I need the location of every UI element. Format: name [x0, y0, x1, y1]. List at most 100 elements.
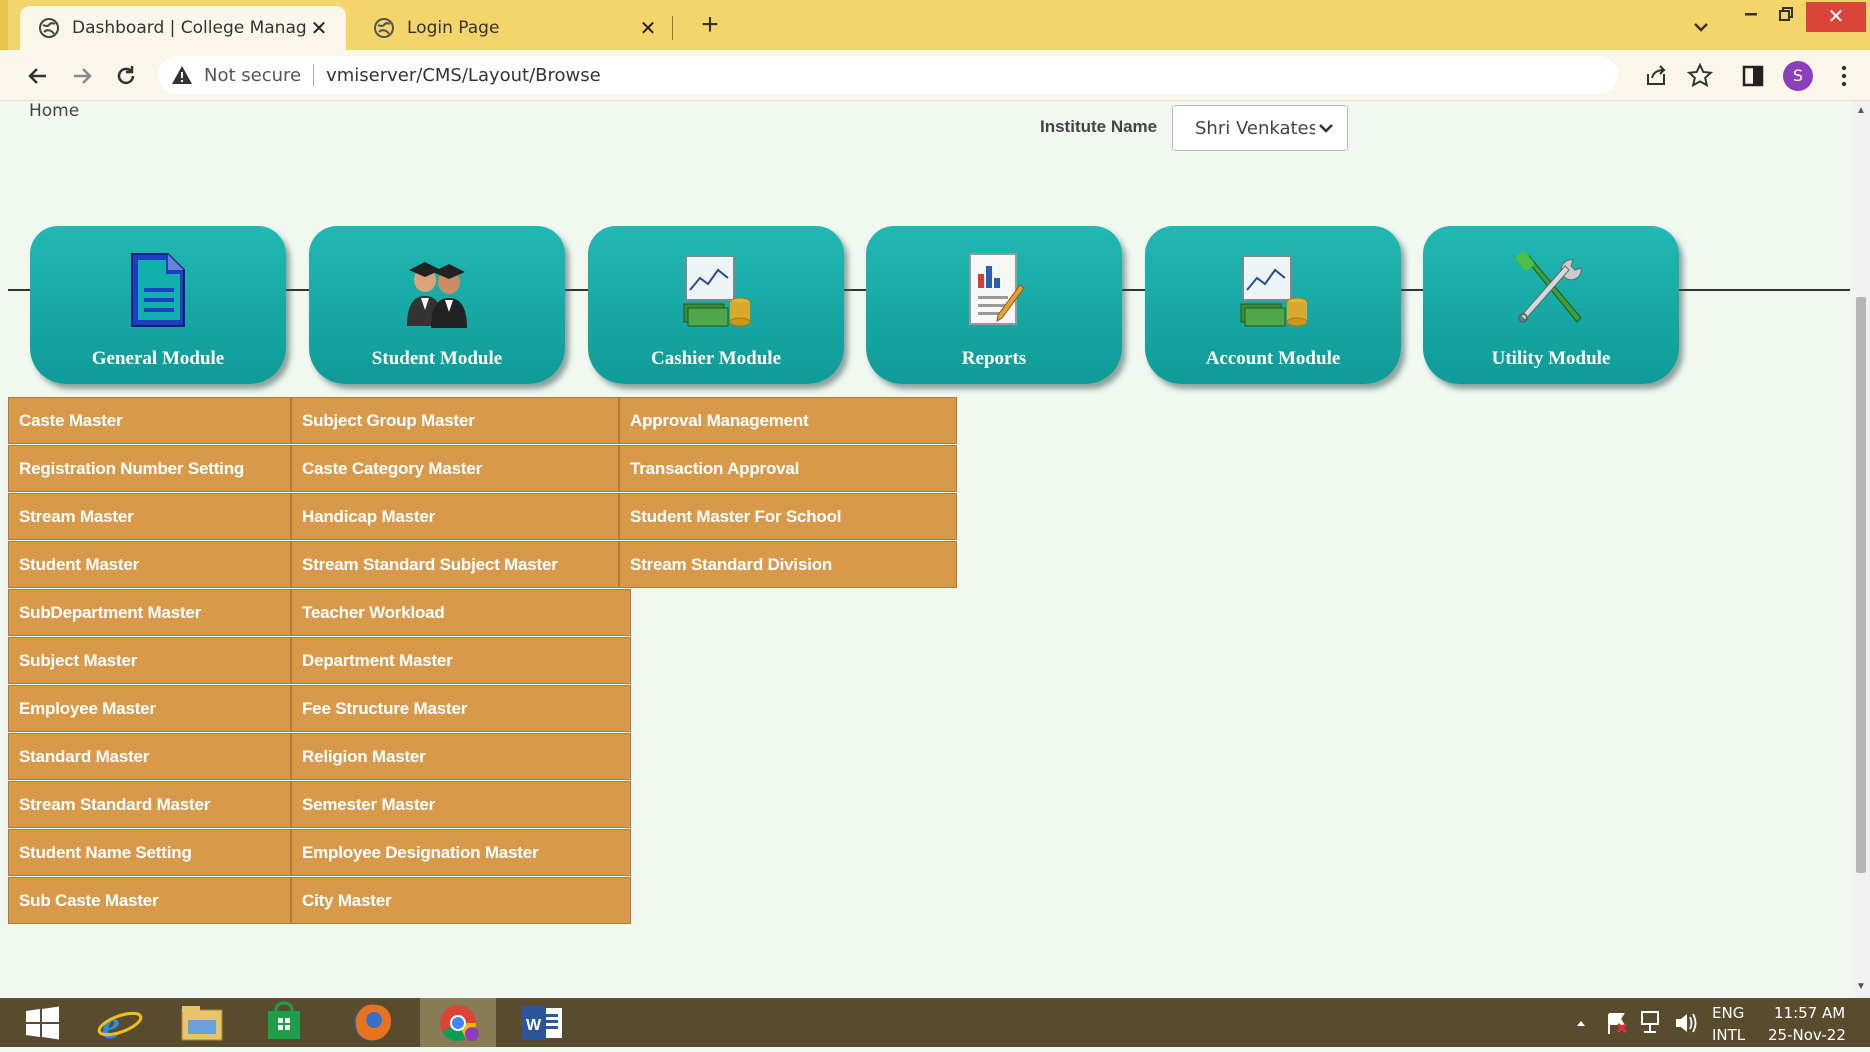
menu-item-caste-master[interactable]: Caste Master — [8, 397, 291, 444]
tile-label: Utility Module — [1491, 348, 1611, 369]
internet-explorer-icon: e — [97, 1002, 143, 1047]
menu-item-city-master[interactable]: City Master — [291, 877, 631, 924]
menu-item-student-master-for-school[interactable]: Student Master For School — [619, 493, 957, 540]
general-module-tile[interactable]: General Module — [30, 226, 286, 384]
minimize-icon — [1745, 13, 1757, 16]
close-tab-icon[interactable]: ✕ — [635, 16, 661, 40]
taskbar-file-explorer[interactable] — [164, 998, 240, 1047]
menu-item-sub-caste-master[interactable]: Sub Caste Master — [8, 877, 291, 924]
tile-label: Student Module — [371, 348, 503, 369]
tab-title: Dashboard | College Management — [72, 18, 306, 38]
menu-item-department-master[interactable]: Department Master — [291, 637, 631, 684]
tile-label: Account Module — [1205, 348, 1341, 369]
warning-icon[interactable] — [170, 63, 194, 87]
chrome-icon — [440, 1005, 479, 1042]
cashier-module-tile[interactable]: Cashier Module — [588, 226, 844, 384]
menu-item-stream-standard-subject-master[interactable]: Stream Standard Subject Master — [291, 541, 619, 588]
menu-item-stream-standard-master[interactable]: Stream Standard Master — [8, 781, 291, 828]
menu-item-semester-master[interactable]: Semester Master — [291, 781, 631, 828]
action-center-flag-icon[interactable] — [1604, 998, 1630, 1047]
restore-icon — [1779, 7, 1793, 21]
address-bar[interactable]: Not secure vmiserver/CMS/Layout/Browse — [158, 56, 1618, 94]
menu-item-approval-management[interactable]: Approval Management — [619, 397, 957, 444]
menu-item-employee-master[interactable]: Employee Master — [8, 685, 291, 732]
language-indicator-top[interactable]: ENG — [1712, 1004, 1744, 1022]
menu-item-registration-number-setting[interactable]: Registration Number Setting — [8, 445, 291, 492]
svg-text:W: W — [526, 1017, 542, 1034]
menu-item-student-master[interactable]: Student Master — [8, 541, 291, 588]
tile-label: Cashier Module — [650, 348, 781, 369]
menu-item-standard-master[interactable]: Standard Master — [8, 733, 291, 780]
globe-icon — [374, 18, 394, 38]
menu-kebab-icon[interactable] — [1830, 62, 1858, 90]
reports-tile[interactable]: Reports — [866, 226, 1122, 384]
scroll-up-icon[interactable]: ▲ — [1856, 105, 1866, 116]
profile-avatar[interactable]: S — [1783, 61, 1813, 91]
utility-module-tile[interactable]: Utility Module — [1423, 226, 1679, 384]
volume-icon[interactable] — [1672, 998, 1698, 1047]
menu-item-subdepartment-master[interactable]: SubDepartment Master — [8, 589, 291, 636]
browser-tab-bar: Dashboard | College Management ✕ Login P… — [0, 0, 1870, 50]
student-module-tile[interactable]: Student Module — [309, 226, 565, 384]
scrollbar-thumb[interactable] — [1856, 297, 1866, 873]
bookmark-star-icon[interactable] — [1686, 62, 1714, 90]
scroll-down-icon[interactable]: ▼ — [1856, 981, 1866, 992]
browser-toolbar: Not secure vmiserver/CMS/Layout/Browse — [0, 50, 1870, 101]
clock-time[interactable]: 11:57 AM — [1774, 1004, 1845, 1022]
taskbar-word[interactable]: W — [504, 998, 580, 1047]
menu-item-transaction-approval[interactable]: Transaction Approval — [619, 445, 957, 492]
minimize-button[interactable] — [1733, 4, 1769, 29]
store-icon — [268, 1001, 300, 1039]
tile-label: General Module — [91, 348, 225, 369]
share-icon[interactable] — [1642, 62, 1670, 90]
menu-item-employee-designation-master[interactable]: Employee Designation Master — [291, 829, 631, 876]
start-button[interactable] — [4, 998, 80, 1047]
menu-item-student-name-setting[interactable]: Student Name Setting — [8, 829, 291, 876]
menu-item-handicap-master[interactable]: Handicap Master — [291, 493, 619, 540]
close-window-button[interactable]: ✕ — [1806, 2, 1866, 32]
language-indicator-bottom[interactable]: INTL — [1712, 1026, 1745, 1044]
menu-item-stream-master[interactable]: Stream Master — [8, 493, 291, 540]
taskbar-store[interactable] — [246, 998, 322, 1047]
tab-search-chevron-icon[interactable] — [1686, 12, 1716, 42]
page-scrollbar[interactable]: ▲ ▼ — [1852, 101, 1870, 998]
new-tab-button[interactable]: + — [690, 8, 730, 42]
document-icon — [131, 253, 185, 327]
menu-item-caste-category-master[interactable]: Caste Category Master — [291, 445, 619, 492]
menu-item-stream-standard-division[interactable]: Stream Standard Division — [619, 541, 957, 588]
menu-item-fee-structure-master[interactable]: Fee Structure Master — [291, 685, 631, 732]
cash-chart-icon — [1240, 255, 1308, 327]
reload-icon[interactable] — [112, 62, 140, 90]
chevron-down-icon — [1319, 124, 1333, 133]
tab-dashboard[interactable]: Dashboard | College Management ✕ — [20, 6, 346, 50]
tab-login[interactable]: Login Page ✕ — [355, 6, 675, 50]
tile-label: Reports — [961, 348, 1027, 369]
menu-item-subject-group-master[interactable]: Subject Group Master — [291, 397, 619, 444]
side-panel-icon[interactable] — [1739, 62, 1767, 90]
windows-taskbar: e W ENG INTL 11:57 AM 25-Nov-22 — [0, 998, 1870, 1047]
back-arrow-icon[interactable] — [24, 62, 52, 90]
menu-item-teacher-workload[interactable]: Teacher Workload — [291, 589, 631, 636]
windows-start-icon — [26, 1006, 59, 1040]
restore-button[interactable] — [1768, 4, 1804, 29]
institute-name-label: Institute Name — [1040, 117, 1158, 136]
taskbar-chrome[interactable] — [420, 998, 496, 1047]
menu-item-subject-master[interactable]: Subject Master — [8, 637, 291, 684]
account-module-tile[interactable]: Account Module — [1145, 226, 1401, 384]
show-hidden-icons-icon[interactable] — [1574, 998, 1588, 1047]
report-icon — [969, 253, 1025, 325]
taskbar-internet-explorer[interactable]: e — [82, 998, 158, 1047]
omnibox-divider — [313, 64, 315, 86]
tab-title: Login Page — [407, 18, 500, 38]
taskbar-firefox[interactable] — [334, 998, 410, 1047]
url-text[interactable]: vmiserver/CMS/Layout/Browse — [326, 65, 601, 86]
network-icon[interactable] — [1638, 998, 1664, 1047]
students-icon — [407, 262, 467, 328]
close-tab-icon[interactable]: ✕ — [306, 16, 332, 40]
clock-date[interactable]: 25-Nov-22 — [1768, 1026, 1846, 1044]
forward-arrow-icon[interactable] — [68, 62, 96, 90]
not-secure-label[interactable]: Not secure — [204, 65, 301, 86]
home-link[interactable]: Home — [29, 101, 79, 121]
menu-item-religion-master[interactable]: Religion Master — [291, 733, 631, 780]
institute-select[interactable]: Shri Venkatesh — [1172, 105, 1348, 151]
